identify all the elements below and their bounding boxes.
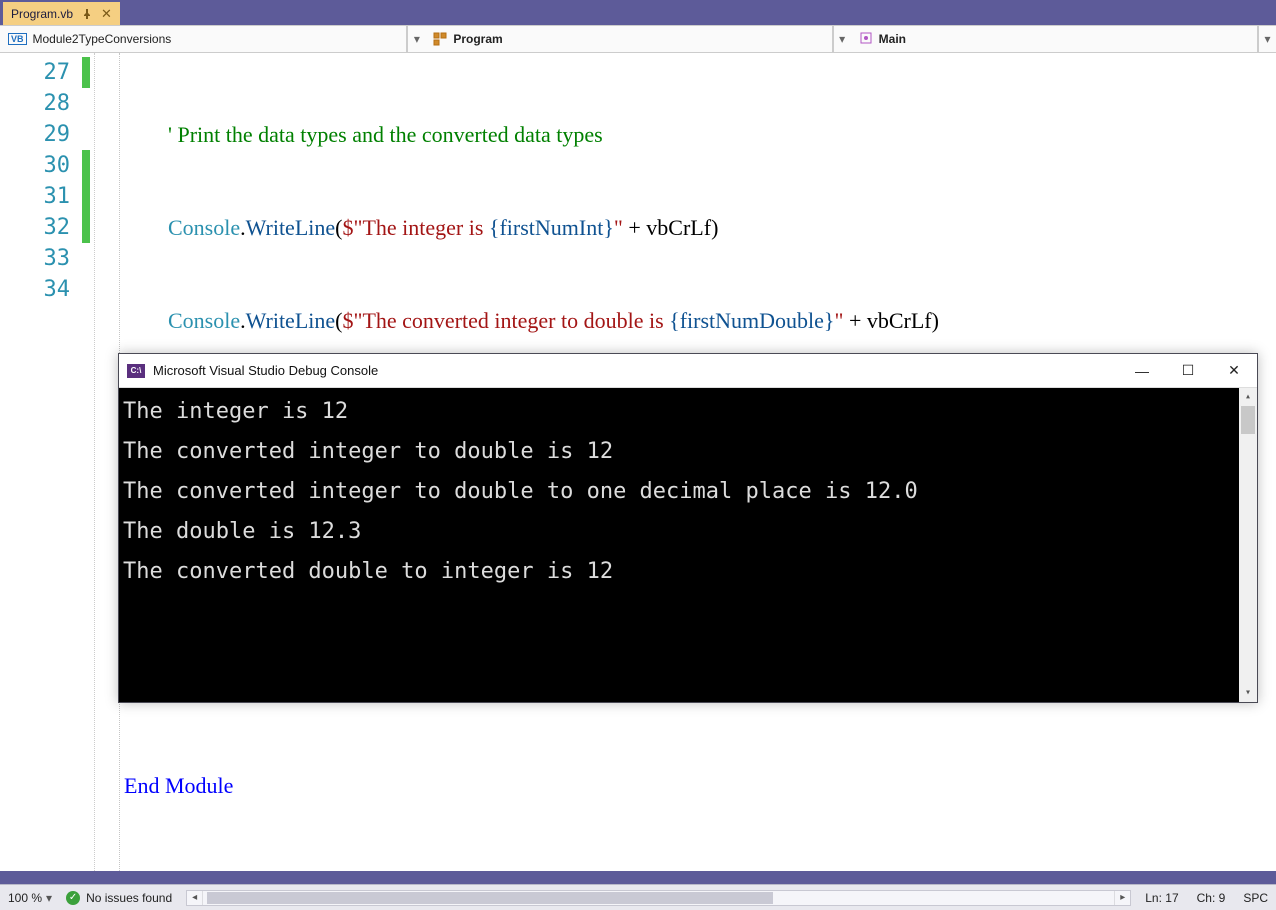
- outline-margin[interactable]: [94, 53, 120, 871]
- indent-mode[interactable]: SPC: [1243, 891, 1268, 905]
- console-line: The converted integer to double is 12: [123, 432, 1253, 472]
- console-line: The converted double to integer is 12: [123, 552, 1253, 592]
- document-tab-active[interactable]: Program.vb ✕: [3, 2, 120, 25]
- issues-status[interactable]: No issues found: [86, 891, 172, 905]
- scroll-track[interactable]: [1239, 406, 1257, 684]
- code-line[interactable]: Console.WriteLine($"The converted intege…: [124, 305, 1276, 336]
- line-number: 33: [0, 243, 70, 274]
- vb-icon: VB: [8, 33, 27, 45]
- zoom-chevron-icon[interactable]: ▾: [46, 891, 52, 905]
- console-line: The double is 12.3: [123, 512, 1253, 552]
- minimize-button[interactable]: —: [1119, 354, 1165, 388]
- zoom-level[interactable]: 100 %: [8, 891, 42, 905]
- close-icon[interactable]: ✕: [101, 6, 112, 22]
- console-vertical-scrollbar[interactable]: ▴ ▾: [1239, 388, 1257, 702]
- console-output[interactable]: The integer is 12 The converted integer …: [119, 388, 1257, 702]
- change-mark-icon: [82, 150, 90, 243]
- caret-char: Ch: 9: [1197, 891, 1226, 905]
- scroll-down-icon[interactable]: ▾: [1239, 684, 1257, 702]
- navigator-member-chevron-icon[interactable]: ▾: [1258, 26, 1276, 52]
- document-tab-strip: Program.vb ✕: [0, 0, 1276, 25]
- scroll-thumb[interactable]: [1241, 406, 1255, 434]
- navigator-class-dropdown[interactable]: Program: [425, 26, 832, 52]
- line-number: 30: [0, 150, 70, 181]
- code-line[interactable]: End Module: [124, 770, 1276, 801]
- method-icon: [859, 31, 873, 48]
- change-indicator-margin: [82, 53, 94, 871]
- no-issues-check-icon: ✓: [66, 891, 80, 905]
- code-navigator-bar: VB Module2TypeConversions ▾ Program ▾ Ma…: [0, 25, 1276, 53]
- caret-line: Ln: 17: [1145, 891, 1178, 905]
- line-number: 27: [0, 57, 70, 88]
- pin-icon[interactable]: [81, 8, 93, 20]
- code-line[interactable]: Console.WriteLine($"The integer is {firs…: [124, 212, 1276, 243]
- navigator-project-text: Module2TypeConversions: [33, 32, 172, 46]
- console-app-icon: C:\: [127, 364, 145, 378]
- navigator-class-text: Program: [453, 32, 502, 46]
- console-titlebar[interactable]: C:\ Microsoft Visual Studio Debug Consol…: [119, 354, 1257, 388]
- line-number: 34: [0, 274, 70, 305]
- change-mark-icon: [82, 57, 90, 88]
- editor-horizontal-scrollbar[interactable]: ◂ ▸: [186, 890, 1131, 906]
- scroll-up-icon[interactable]: ▴: [1239, 388, 1257, 406]
- line-number-gutter: 27 28 29 30 31 32 33 34: [0, 53, 82, 871]
- code-editor[interactable]: 27 28 29 30 31 32 33 34 ' Print the data…: [0, 53, 1276, 871]
- scroll-right-icon[interactable]: ▸: [1114, 891, 1130, 905]
- console-title: Microsoft Visual Studio Debug Console: [153, 363, 378, 378]
- line-number: 32: [0, 212, 70, 243]
- line-number: 29: [0, 119, 70, 150]
- scroll-thumb[interactable]: [207, 892, 773, 904]
- console-line: The converted integer to double to one d…: [123, 472, 1253, 512]
- line-number: 28: [0, 88, 70, 119]
- status-bar: 100 % ▾ ✓ No issues found ◂ ▸ Ln: 17 Ch:…: [0, 884, 1276, 910]
- navigator-class-chevron-icon[interactable]: ▾: [833, 26, 851, 52]
- scroll-left-icon[interactable]: ◂: [187, 891, 203, 905]
- console-line: The integer is 12: [123, 392, 1253, 432]
- line-number: 31: [0, 181, 70, 212]
- debug-console-window[interactable]: C:\ Microsoft Visual Studio Debug Consol…: [118, 353, 1258, 703]
- navigator-member-dropdown[interactable]: Main: [851, 26, 1258, 52]
- code-line[interactable]: ' Print the data types and the converted…: [124, 119, 1276, 150]
- maximize-button[interactable]: ☐: [1165, 354, 1211, 388]
- navigator-member-text: Main: [879, 32, 906, 46]
- class-icon: [433, 32, 447, 46]
- navigator-project-chevron-icon[interactable]: ▾: [407, 26, 425, 52]
- tab-filename: Program.vb: [11, 7, 73, 21]
- navigator-project-dropdown[interactable]: VB Module2TypeConversions: [0, 26, 407, 52]
